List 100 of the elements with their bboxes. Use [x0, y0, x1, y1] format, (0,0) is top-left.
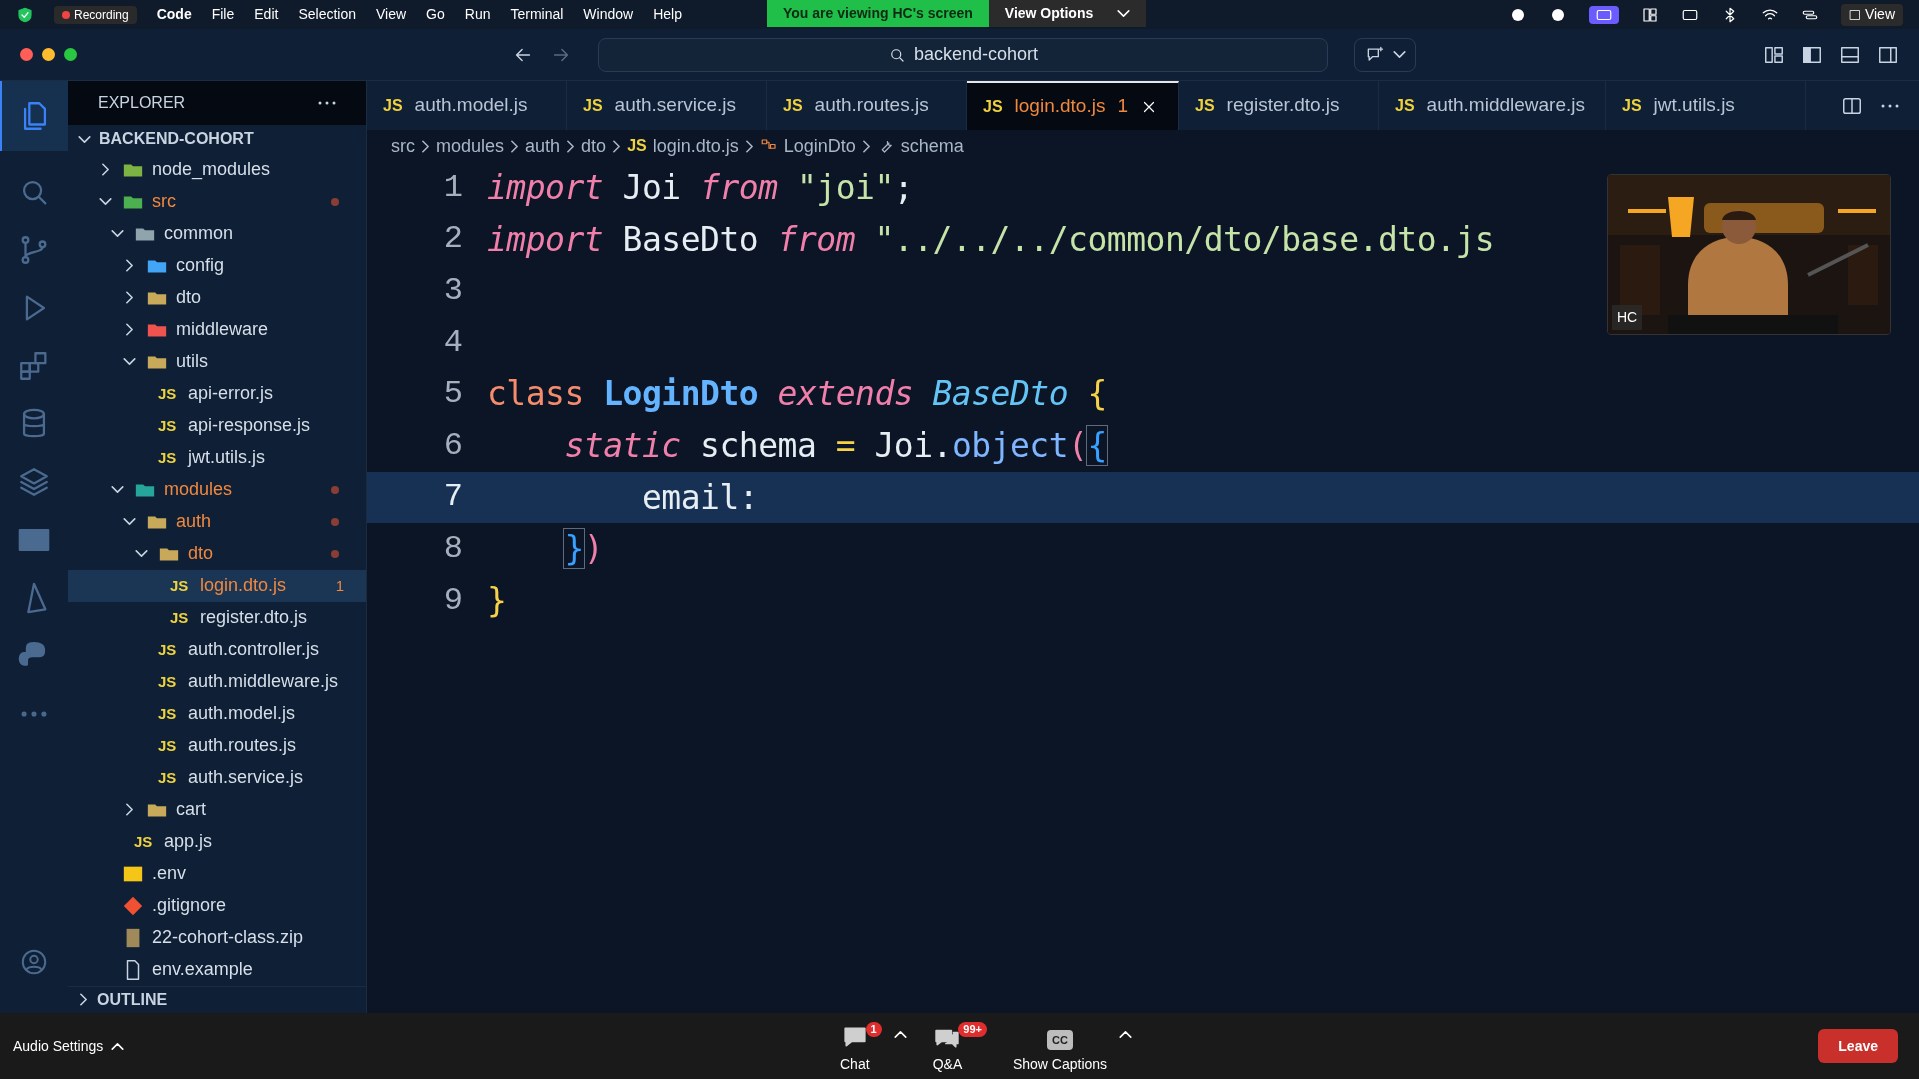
tree-item[interactable]: dto: [68, 281, 366, 314]
audio-settings-button[interactable]: Audio Settings: [13, 1035, 125, 1057]
breadcrumb-item[interactable]: auth: [525, 132, 561, 160]
menu-item[interactable]: Go: [426, 4, 445, 25]
tree-item[interactable]: middleware: [68, 313, 366, 346]
tree-item[interactable]: dto: [68, 537, 366, 570]
tree-item[interactable]: JS api-error.js: [68, 377, 366, 410]
tree-item[interactable]: node_modules: [68, 153, 366, 186]
tree-item[interactable]: JS auth.model.js: [68, 697, 366, 730]
line-number: 9: [442, 580, 464, 621]
js-file-icon: JS: [983, 94, 1003, 119]
show-captions-button[interactable]: CC Show Captions: [1012, 1029, 1108, 1075]
tree-item[interactable]: .env: [68, 857, 366, 890]
tree-item[interactable]: config: [68, 249, 366, 282]
code-line: }): [563, 528, 604, 571]
outline-header[interactable]: OUTLINE: [68, 985, 366, 1013]
layers-icon[interactable]: [17, 465, 51, 499]
breadcrumb-item[interactable]: LoginDto: [759, 132, 856, 160]
maximize-button[interactable]: [64, 48, 77, 61]
line-number: 7: [442, 477, 464, 518]
menu-item[interactable]: Run: [464, 4, 491, 25]
breadcrumb-item[interactable]: schema: [876, 132, 964, 160]
line-number: 4: [442, 322, 464, 363]
editor-tab[interactable]: JS login.dto.js 1: [967, 81, 1179, 130]
tree-item[interactable]: JS api-response.js: [68, 409, 366, 442]
chevron-icon: [862, 139, 870, 153]
chevron-icon: [511, 139, 519, 153]
code-line: class LoginDto extends BaseDto {: [487, 373, 1107, 416]
tree-item[interactable]: JS auth.middleware.js: [68, 665, 366, 698]
captions-icon: CC: [1047, 1029, 1073, 1050]
tree-item[interactable]: JS app.js: [68, 825, 366, 858]
tree-item[interactable]: 22-cohort-class.zip: [68, 921, 366, 954]
minimize-button[interactable]: [42, 48, 55, 61]
menu-item[interactable]: Edit: [254, 4, 279, 25]
grid-icon: [1848, 8, 1861, 21]
view-button[interactable]: View: [1840, 3, 1903, 26]
more-icon[interactable]: [1881, 103, 1899, 108]
menu-item[interactable]: View: [376, 4, 407, 25]
js-file-icon: JS: [158, 702, 180, 726]
status-icon: [1640, 5, 1659, 24]
code-line: static schema = Joi.object({: [563, 425, 1107, 468]
shield-icon: [16, 5, 34, 24]
command-center-search[interactable]: backend-cohort: [598, 37, 1328, 72]
menu-item[interactable]: Code: [156, 4, 192, 25]
notification-badge: 99+: [958, 1022, 987, 1037]
line-number: 5: [442, 374, 464, 415]
tree-item[interactable]: JS register.dto.js: [68, 601, 366, 634]
js-file-icon: JS: [158, 446, 180, 470]
menu-item[interactable]: Help: [653, 4, 682, 25]
explorer-title: EXPLORER: [98, 93, 186, 114]
problem-count: 1: [1117, 94, 1128, 119]
js-file-icon: JS: [170, 574, 192, 598]
js-file-icon: JS: [383, 93, 403, 118]
js-file-icon: JS: [1395, 93, 1415, 118]
leave-button[interactable]: Leave: [1818, 1029, 1898, 1063]
project-header[interactable]: BACKEND-COHORT: [68, 125, 366, 154]
tree-item[interactable]: JS jwt.utils.js: [68, 441, 366, 474]
line-number: 2: [442, 219, 464, 260]
js-file-icon: JS: [158, 414, 180, 438]
js-file-icon: JS: [158, 766, 180, 790]
account-icon[interactable]: [19, 947, 49, 977]
tree-item[interactable]: JS auth.controller.js: [68, 633, 366, 666]
breadcrumb-item[interactable]: src: [391, 132, 415, 160]
breadcrumb-item[interactable]: modules: [436, 132, 505, 160]
tree-item[interactable]: JS login.dto.js 1: [68, 569, 366, 602]
menu-item[interactable]: File: [211, 4, 235, 25]
viewing-banner: You are viewing HC's screen: [767, 0, 989, 27]
tree-item[interactable]: auth: [68, 505, 366, 538]
chat-button[interactable]: [1354, 37, 1416, 72]
code-line: }: [487, 579, 507, 622]
breadcrumb-item[interactable]: dto: [581, 132, 607, 160]
js-file-icon: JS: [1195, 93, 1215, 118]
tree-item[interactable]: .gitignore: [68, 889, 366, 922]
tree-item[interactable]: JS auth.routes.js: [68, 729, 366, 762]
menu-item[interactable]: Selection: [298, 4, 356, 25]
caret-icon: [893, 1031, 907, 1038]
git-icon: [122, 894, 144, 917]
menu-item[interactable]: Terminal: [510, 4, 564, 25]
tree-item[interactable]: env.example: [68, 953, 366, 986]
chevron-icon: [745, 139, 753, 153]
tree-item[interactable]: modules: [68, 473, 366, 506]
problem-count: 1: [335, 575, 344, 596]
tree-item[interactable]: JS auth.service.js: [68, 761, 366, 794]
menu-item[interactable]: Window: [583, 4, 634, 25]
js-file-icon: JS: [134, 830, 156, 854]
js-file-icon: JS: [158, 670, 180, 694]
js-file-icon: JS: [1622, 93, 1642, 118]
close-button[interactable]: [20, 48, 33, 61]
js-file-icon: JS: [158, 382, 180, 406]
participant-label: HC: [1612, 305, 1643, 330]
tree-item[interactable]: src: [68, 185, 366, 218]
caret-icon: [1119, 1031, 1133, 1038]
tree-item[interactable]: common: [68, 217, 366, 250]
tree-item[interactable]: cart: [68, 793, 366, 826]
line-number: 8: [442, 528, 464, 569]
js-file-icon: JS: [583, 93, 603, 118]
view-options-button[interactable]: View Options: [988, 0, 1147, 27]
breadcrumb-item[interactable]: JS login.dto.js: [627, 132, 739, 160]
tree-item[interactable]: utils: [68, 345, 366, 378]
more-icon[interactable]: [318, 101, 336, 106]
